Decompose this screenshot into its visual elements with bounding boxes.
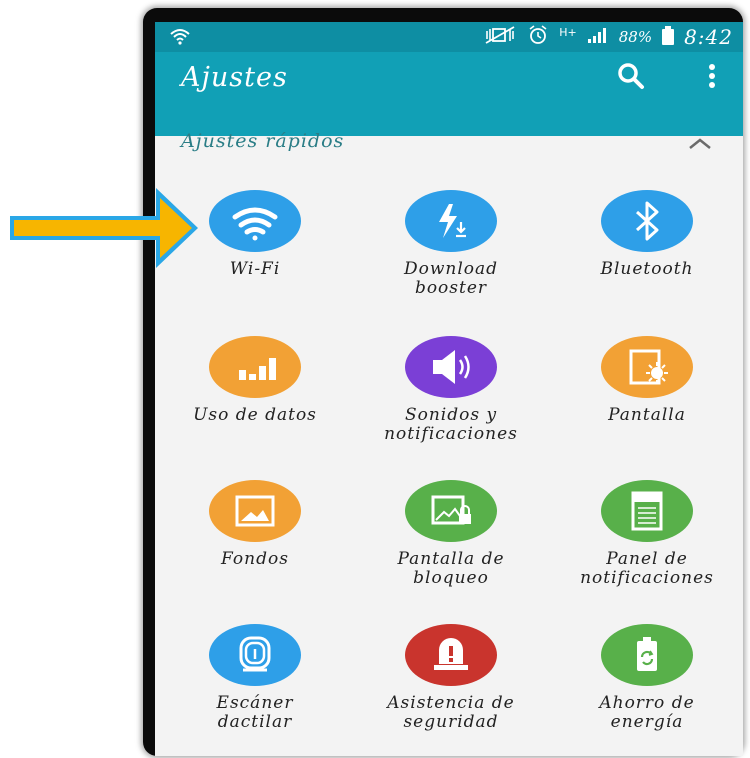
tile-safety-assistance[interactable]: Asistencia de seguridad <box>353 624 549 732</box>
alarm-icon <box>527 24 549 50</box>
mute-vibrate-icon <box>483 25 517 49</box>
tile-sounds-notifications[interactable]: Sonidos y notificaciones <box>353 336 549 444</box>
tile-label: Download booster <box>403 259 499 298</box>
bluetooth-icon <box>601 190 693 252</box>
display-icon <box>601 336 693 398</box>
more-options-button[interactable] <box>697 58 727 94</box>
section-title: Ajustes rápidos <box>181 130 345 152</box>
tile-fingerprint-scanner[interactable]: Escáner dactilar <box>157 624 353 732</box>
tile-label: Ahorro de energía <box>599 693 695 732</box>
network-type-text: H+ <box>559 25 577 39</box>
tile-label: Pantalla de bloqueo <box>397 549 505 588</box>
tile-label: Uso de datos <box>193 405 317 425</box>
pointer-arrow <box>6 180 202 280</box>
download-booster-icon <box>405 190 497 252</box>
tile-label: Panel de notificaciones <box>580 549 714 588</box>
phone-screen: H+ 88% 8:42 Ajustes Ajustes rápidos Wi-F… <box>155 22 743 756</box>
speaker-icon <box>405 336 497 398</box>
wallpaper-icon <box>209 480 301 542</box>
tile-bluetooth[interactable]: Bluetooth <box>549 190 743 279</box>
tile-label: Bluetooth <box>600 259 694 279</box>
notification-panel-icon <box>601 480 693 542</box>
tile-power-saving[interactable]: Ahorro de energía <box>549 624 743 732</box>
data-usage-icon <box>209 336 301 398</box>
collapse-section-button[interactable] <box>685 134 715 156</box>
status-bar: H+ 88% 8:42 <box>155 22 743 52</box>
signal-icon <box>587 26 609 48</box>
chevron-up-icon <box>689 138 711 149</box>
fingerprint-icon <box>209 624 301 686</box>
tile-label: Fondos <box>221 549 289 569</box>
search-button[interactable] <box>613 58 649 94</box>
tile-display[interactable]: Pantalla <box>549 336 743 425</box>
tile-data-usage[interactable]: Uso de datos <box>157 336 353 425</box>
battery-percent: 88% <box>618 28 653 46</box>
tile-download-booster[interactable]: Download booster <box>353 190 549 298</box>
tile-label: Asistencia de seguridad <box>387 693 515 732</box>
search-icon <box>618 63 644 89</box>
tile-label: Sonidos y notificaciones <box>384 405 518 444</box>
app-bar: Ajustes <box>155 52 743 136</box>
tile-notification-panel[interactable]: Panel de notificaciones <box>549 480 743 588</box>
tile-lock-screen[interactable]: Pantalla de bloqueo <box>353 480 549 588</box>
wifi-status-icon <box>169 26 191 50</box>
lock-screen-icon <box>405 480 497 542</box>
battery-saver-icon <box>601 624 693 686</box>
battery-icon <box>662 26 675 45</box>
tile-wallpaper[interactable]: Fondos <box>157 480 353 569</box>
wifi-icon <box>209 190 301 252</box>
clock-time: 8:42 <box>684 25 733 49</box>
emergency-icon <box>405 624 497 686</box>
tile-label: Escáner dactilar <box>216 693 294 732</box>
tile-label: Pantalla <box>608 405 686 425</box>
page-title: Ajustes <box>181 62 288 93</box>
more-vertical-icon <box>709 64 715 88</box>
